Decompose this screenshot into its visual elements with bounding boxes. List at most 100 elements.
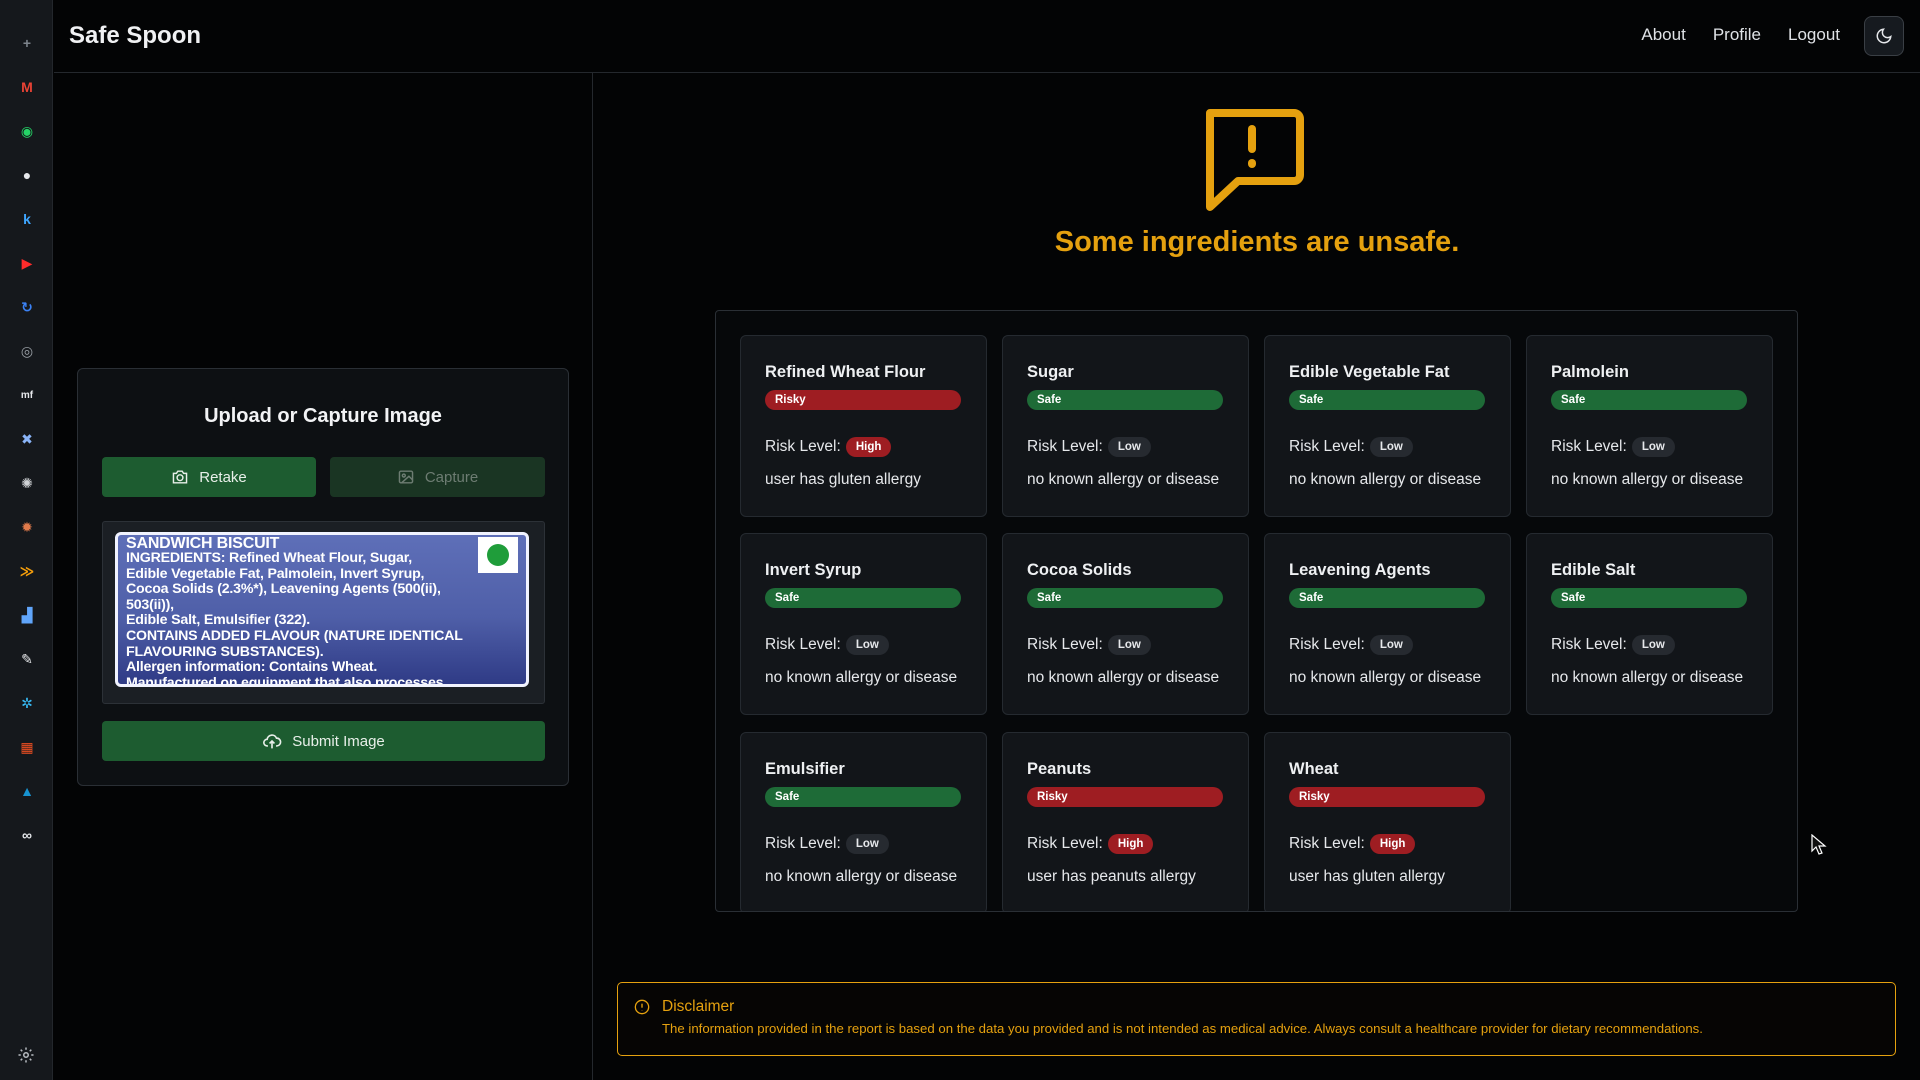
- ingredient-card: Refined Wheat Flour Risky Risk Level: High u…: [740, 335, 987, 517]
- food-label-line: INGREDIENTS: Refined Wheat Flour, Sugar,: [126, 550, 413, 566]
- risk-level-row: Risk Level: Low: [1027, 437, 1151, 457]
- food-label-line: Edible Vegetable Fat, Palmolein, Invert …: [126, 565, 425, 582]
- camera-icon: [172, 470, 188, 484]
- gmail-icon[interactable]: M: [16, 76, 38, 98]
- ingredient-reason: no known allergy or disease: [1289, 669, 1482, 686]
- nav-logout-link[interactable]: Logout: [1788, 25, 1840, 45]
- github-icon[interactable]: ●: [16, 164, 38, 186]
- app-title[interactable]: Safe Spoon: [69, 22, 201, 50]
- risk-level-label: Risk Level:: [1289, 438, 1365, 455]
- disclaimer-box: Disclaimer The information provided in t…: [617, 982, 1896, 1056]
- status-badge: Risky: [1027, 787, 1223, 807]
- ingredient-reason: no known allergy or disease: [1289, 471, 1482, 488]
- mf-app-icon[interactable]: mf: [16, 384, 38, 406]
- status-badge: Safe: [1027, 588, 1223, 608]
- risk-level-row: Risk Level: Low: [1551, 437, 1675, 457]
- app-rail: + M ◉ ● k ▶ ↻ ◎ mf ✖ ✺ ✹ ≫ ▟ ✎ ✲ ▦ ▲ ∞: [0, 0, 53, 1080]
- mouse-cursor-icon: [1811, 833, 1827, 861]
- risk-level-row: Risk Level: Low: [1551, 635, 1675, 655]
- risk-level-row: Risk Level: Low: [1289, 635, 1413, 655]
- nav-about-link[interactable]: About: [1641, 25, 1685, 45]
- risk-level-badge: High: [845, 437, 892, 457]
- whatsapp-icon[interactable]: ◉: [16, 120, 38, 142]
- risk-level-badge: Low: [1631, 635, 1675, 655]
- risk-level-badge: Low: [1107, 437, 1151, 457]
- image-preview: SANDWICH BISCUIT INGREDIENTS: Refined Whe…: [102, 521, 545, 704]
- risk-level-row: Risk Level: Low: [1027, 635, 1151, 655]
- moon-icon: [1876, 28, 1892, 44]
- submit-label: Submit Image: [292, 732, 385, 750]
- ingredient-reason: no known allergy or disease: [1551, 669, 1744, 686]
- risk-level-row: Risk Level: Low: [765, 635, 889, 655]
- ingredient-name: Leavening Agents: [1289, 561, 1431, 579]
- info-icon: [634, 999, 650, 1020]
- risk-level-badge: Low: [845, 635, 889, 655]
- veg-mark-icon: [478, 537, 518, 573]
- risk-level-label: Risk Level:: [1551, 438, 1627, 455]
- risk-level-label: Risk Level:: [765, 438, 841, 455]
- submit-image-button[interactable]: Submit Image: [102, 721, 545, 761]
- openai-icon[interactable]: ✺: [16, 472, 38, 494]
- ingredient-name: Wheat: [1289, 760, 1339, 778]
- status-badge: Safe: [765, 787, 961, 807]
- food-label-line: Edible Salt, Emulsifier (322).: [126, 612, 311, 629]
- ingredient-reason: no known allergy or disease: [1027, 471, 1220, 488]
- disclaimer-title: Disclaimer: [662, 998, 735, 1015]
- ingredient-name: Edible Salt: [1551, 561, 1636, 579]
- microsoft-icon[interactable]: ▦: [16, 736, 38, 758]
- food-label-line: Cocoa Solids (2.3%*), Leavening Agents (…: [126, 581, 441, 613]
- upload-title: Upload or Capture Image: [204, 405, 442, 427]
- food-label-line: Manufactured on equipment that also proc…: [126, 674, 444, 687]
- circle-app-icon[interactable]: ◎: [16, 340, 38, 362]
- risk-level-label: Risk Level:: [1027, 438, 1103, 455]
- claude-icon[interactable]: ✹: [16, 516, 38, 538]
- ingredient-name: Palmolein: [1551, 363, 1629, 381]
- k-app-icon[interactable]: k: [16, 208, 38, 230]
- risk-level-label: Risk Level:: [1289, 636, 1365, 653]
- alert-message-icon: [1196, 103, 1308, 220]
- risk-level-badge: Low: [1107, 635, 1151, 655]
- ingredients-grid: Refined Wheat Flour Risky Risk Level: High u…: [715, 310, 1798, 912]
- puzzle-app-icon[interactable]: ✖: [16, 428, 38, 450]
- risk-level-row: Risk Level: Low: [1289, 437, 1413, 457]
- chart-app-icon[interactable]: ▟: [16, 604, 38, 626]
- youtube-icon[interactable]: ▶: [16, 252, 38, 274]
- retake-button[interactable]: Retake: [102, 457, 316, 497]
- ingredient-reason: no known allergy or disease: [1027, 669, 1220, 686]
- nav-links: About Profile Logout: [1641, 25, 1840, 45]
- status-badge: Safe: [1289, 390, 1485, 410]
- nav-profile-link[interactable]: Profile: [1713, 25, 1761, 45]
- risk-level-label: Risk Level:: [1289, 835, 1365, 852]
- image-icon: [398, 470, 414, 484]
- risk-level-label: Risk Level:: [1551, 636, 1627, 653]
- ingredient-card: Palmolein Safe Risk Level: Low no known alle…: [1526, 335, 1773, 517]
- status-badge: Safe: [1289, 588, 1485, 608]
- risk-level-badge: High: [1107, 834, 1154, 854]
- ingredient-card: Wheat Risky Risk Level: High user has gluten…: [1264, 732, 1511, 911]
- ingredient-name: Invert Syrup: [765, 561, 862, 579]
- ingredient-name: Peanuts: [1027, 760, 1092, 778]
- top-navbar: Safe Spoon About Profile Logout: [54, 0, 1920, 73]
- upload-card: Upload or Capture Image Retake Capture S…: [77, 368, 569, 786]
- risk-level-label: Risk Level:: [1027, 835, 1103, 852]
- risk-level-row: Risk Level: High: [1027, 834, 1154, 854]
- pen-app-icon[interactable]: ✎: [16, 648, 38, 670]
- ingredient-reason: no known allergy or disease: [1551, 471, 1744, 488]
- add-icon[interactable]: +: [16, 32, 38, 54]
- risk-level-row: Risk Level: High: [1289, 834, 1416, 854]
- ingredient-card: Cocoa Solids Safe Risk Level: Low no known a…: [1002, 533, 1249, 715]
- food-label-line: Allergen information: Contains Wheat.: [126, 659, 378, 676]
- risk-level-label: Risk Level:: [765, 835, 841, 852]
- ingredient-card: Emulsifier Safe Risk Level: Low no known all…: [740, 732, 987, 911]
- infinity-app-icon[interactable]: ∞: [16, 824, 38, 846]
- ingredient-card: Edible Salt Safe Risk Level: Low no known al…: [1526, 533, 1773, 715]
- theme-toggle-button[interactable]: [1864, 16, 1904, 56]
- risk-level-badge: Low: [845, 834, 889, 854]
- arch-icon[interactable]: ▲: [16, 780, 38, 802]
- ingredient-card: Invert Syrup Safe Risk Level: Low no known a…: [740, 533, 987, 715]
- refresh-app-icon[interactable]: ↻: [16, 296, 38, 318]
- capture-button[interactable]: Capture: [330, 457, 545, 497]
- arrow-app-icon[interactable]: ≫: [16, 560, 38, 582]
- settings-icon[interactable]: [15, 1044, 37, 1066]
- gear-app-icon[interactable]: ✲: [16, 692, 38, 714]
